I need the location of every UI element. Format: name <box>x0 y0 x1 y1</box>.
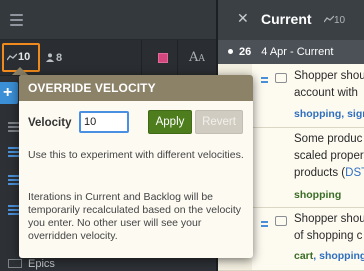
trend-line-icon <box>323 15 335 23</box>
font-size-small: A <box>198 54 205 64</box>
panel-velocity-value: 10 <box>334 15 346 26</box>
story-labels: shopping, signu <box>294 108 364 120</box>
story-title: Some producscaled properproducts (DST <box>294 133 364 179</box>
hamburger-icon[interactable] <box>10 14 23 29</box>
popover-title: OVERRIDE VELOCITY <box>19 75 253 101</box>
revert-button[interactable]: Revert <box>195 110 243 134</box>
panel-header: ✕ Current 10 <box>218 0 364 40</box>
sidebar-item-icon[interactable] <box>8 205 19 217</box>
panel-title: Current <box>261 11 312 27</box>
velocity-value: 10 <box>18 51 31 63</box>
iteration-label: 4 Apr - Current <box>261 46 334 58</box>
toolbar-divider <box>177 40 178 76</box>
apply-button[interactable]: Apply <box>148 110 192 134</box>
velocity-label: Velocity <box>28 117 72 129</box>
story-title: Shopper shou account with <box>294 70 364 99</box>
stop-icon[interactable] <box>158 53 168 63</box>
override-velocity-popover: OVERRIDE VELOCITY Velocity Apply Revert … <box>19 75 253 258</box>
trend-line-icon <box>6 53 18 61</box>
person-icon <box>46 53 54 62</box>
comment-icon[interactable] <box>275 216 287 226</box>
panel-velocity: 10 <box>323 15 346 26</box>
story-title: Shopper shou of shopping c <box>294 213 364 242</box>
close-icon[interactable]: ✕ <box>237 10 249 27</box>
toolbar-divider <box>141 40 142 76</box>
comment-icon[interactable] <box>275 73 287 83</box>
sidebar-item-icon[interactable] <box>8 122 19 134</box>
story-labels: shopping <box>294 189 342 201</box>
sidebar-item-icon[interactable] <box>8 147 19 159</box>
sidebar-item-icon[interactable] <box>8 175 19 187</box>
sidebar-epics-label: Epics <box>28 258 55 270</box>
feature-icon <box>261 77 268 85</box>
font-size-button[interactable]: AA <box>189 50 205 65</box>
help-text: Use this to experiment with different ve… <box>28 149 244 161</box>
help-text: Iterations in Current and Backlog will b… <box>28 191 242 242</box>
story-labels: cart, shopping <box>294 250 364 262</box>
iteration-dot <box>228 49 233 54</box>
iteration-header[interactable]: 26 4 Apr - Current <box>218 40 364 64</box>
epics-icon <box>8 259 22 268</box>
add-label: + <box>3 84 13 101</box>
velocity-input[interactable] <box>79 111 129 133</box>
popover-arrow <box>12 67 28 75</box>
feature-icon <box>261 221 268 229</box>
points-value: 8 <box>56 52 63 64</box>
iteration-number: 26 <box>239 46 252 58</box>
points-button[interactable]: 8 <box>46 48 62 68</box>
add-story-button[interactable]: + <box>0 82 18 104</box>
font-size-big: A <box>189 50 199 65</box>
menu-bar <box>0 0 216 40</box>
sidebar-item-epics[interactable]: Epics <box>8 258 55 270</box>
